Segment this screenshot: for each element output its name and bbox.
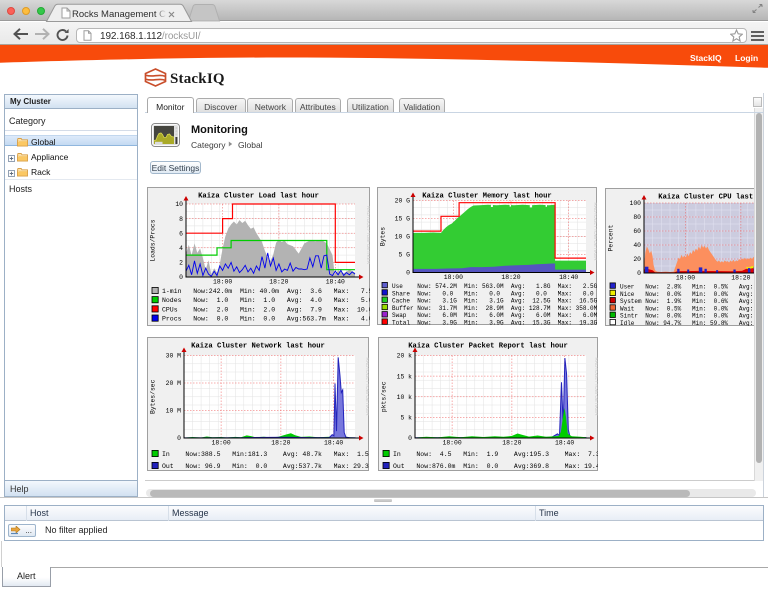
svg-text:18:40: 18:40 [559,274,578,281]
svg-text:18:40: 18:40 [555,440,574,447]
svg-text:30 M: 30 M [166,353,182,360]
svg-text:Kaiza Cluster CPU last hour: Kaiza Cluster CPU last hour [658,194,755,202]
svg-text:0: 0 [408,435,412,442]
svg-text:Swap Now: 6.0M Min: 6.0: Swap Now: 6.0M Min: 6.0M Avg: 6.0M Max: … [392,312,597,319]
svg-text:1-min Now:242.0m Min: 40.0m: 1-min Now:242.0m Min: 40.0m Avg: 3.6 Max… [162,288,370,295]
svg-text:20 k: 20 k [397,353,413,360]
svg-text:18:20: 18:20 [502,440,521,447]
svg-text:In Now:388.5 Min:181.3: In Now:388.5 Min:181.3 Avg: 48.7k Max: 1… [162,451,369,458]
svg-text:60: 60 [633,228,641,235]
svg-text:RRDTOOL / TOBI OETIKER: RRDTOOL / TOBI OETIKER [594,358,598,417]
svg-text:18:00: 18:00 [213,279,232,286]
svg-text:Out Now: 96.9 Min: 0.0: Out Now: 96.9 Min: 0.0 Avg:537.7k Max: 2… [162,463,369,470]
svg-text:Kaiza Cluster Packet Report la: Kaiza Cluster Packet Report last hour [408,343,568,351]
svg-text:CPUs Now: 2.0 Min: 2.0: CPUs Now: 2.0 Min: 2.0 Avg: 7.9 Max: 10.… [162,306,370,313]
svg-text:Buffer Now: 31.7M Min: 28.9: Buffer Now: 31.7M Min: 28.9M Avg: 128.7M… [392,305,597,312]
svg-text:18:00: 18:00 [443,440,462,447]
svg-text:Procs Now: 0.0 Min: 0.0: Procs Now: 0.0 Min: 0.0 Avg:563.7m Max: … [162,316,370,323]
svg-text:Nodes Now: 1.0 Min: 1.0: Nodes Now: 1.0 Min: 1.0 Avg: 4.0 Max: 5.… [162,297,370,304]
svg-text:18:20: 18:20 [271,440,290,447]
svg-text:10: 10 [175,201,183,208]
svg-text:18:20: 18:20 [269,279,288,286]
svg-text:Percent: Percent [608,224,615,251]
svg-text:Use Now: 574.2M Min: 563.0: Use Now: 574.2M Min: 563.0M Avg: 1.8G Ma… [392,283,597,290]
svg-text:0: 0 [179,274,183,281]
svg-text:System Now: 1.9% Min: 0.6%: System Now: 1.9% Min: 0.6% Avg: 1. [620,298,755,305]
svg-text:Idle Now: 94.7% Min: 59.8%: Idle Now: 94.7% Min: 59.8% Avg: 81. [620,320,755,326]
svg-text:10 G: 10 G [395,234,411,241]
svg-text:18:40: 18:40 [324,440,343,447]
svg-text:Total Now: 3.9G Min: 3.9: Total Now: 3.9G Min: 3.9G Avg: 15.3G Max… [392,320,597,326]
svg-text:18:20: 18:20 [501,274,520,281]
svg-text:18:00: 18:00 [212,440,231,447]
svg-text:5 G: 5 G [398,252,410,259]
svg-text:Bytes: Bytes [380,227,387,246]
svg-text:10 M: 10 M [166,408,182,415]
svg-text:Sintr Now: 0.0% Min: 0.0%: Sintr Now: 0.0% Min: 0.0% Avg: 0 [620,313,755,320]
svg-text:18:20: 18:20 [731,275,750,282]
svg-text:20 G: 20 G [395,198,411,205]
svg-text:80: 80 [633,214,641,221]
svg-text:Out Now:876.0m Min: 0.0: Out Now:876.0m Min: 0.0 Avg:369.8 Max: 1… [393,463,598,470]
svg-text:4: 4 [179,245,183,252]
svg-text:18:00: 18:00 [676,275,695,282]
svg-text:2: 2 [179,260,183,267]
svg-text:0: 0 [406,270,410,277]
svg-text:User Now: 2.8% Min: 0.5%: User Now: 2.8% Min: 0.5% Avg: 2. [620,284,755,291]
svg-text:In Now: 4.5 Min: 1.9: In Now: 4.5 Min: 1.9 Avg:195.3 Max: 7.3k [393,451,598,458]
svg-text:RRDTOOL / TOBI OETIKER: RRDTOOL / TOBI OETIKER [593,203,597,262]
svg-text:18:40: 18:40 [326,279,345,286]
svg-text:pkts/sec: pkts/sec [381,381,388,412]
svg-text:Loads/Procs: Loads/Procs [150,219,157,261]
svg-text:0: 0 [177,435,181,442]
svg-text:Share Now: 0.0 Min: 0.0: Share Now: 0.0 Min: 0.0 Avg: 0.0 Max: 0.… [392,290,594,297]
svg-text:15 G: 15 G [395,216,411,223]
svg-text:Cache Now: 3.1G Min: 3.1: Cache Now: 3.1G Min: 3.1G Avg: 12.5G Max… [392,298,597,305]
svg-text:RRDTOOL / TOBI OETIKER: RRDTOOL / TOBI OETIKER [365,358,369,417]
svg-text:10 k: 10 k [397,394,413,401]
svg-text:Wait Now: 0.5% Min: 0.0%: Wait Now: 0.5% Min: 0.0% Avg: 14. [620,305,755,312]
svg-text:RRDTOOL / TOBI OETIKER: RRDTOOL / TOBI OETIKER [366,206,370,265]
svg-text:Kaiza Cluster Load last hour: Kaiza Cluster Load last hour [198,193,319,201]
svg-text:Nice Now: 0.0% Min: 0.0%: Nice Now: 0.0% Min: 0.0% Avg: 0. [620,291,755,298]
svg-text:6: 6 [179,230,183,237]
svg-text:0: 0 [637,270,641,277]
svg-text:15 k: 15 k [397,373,413,380]
svg-text:Kaiza Cluster Memory last hour: Kaiza Cluster Memory last hour [422,193,551,201]
svg-text:20 M: 20 M [166,380,182,387]
svg-text:20: 20 [633,256,641,263]
svg-text:40: 40 [633,242,641,249]
svg-text:5 k: 5 k [400,415,412,422]
svg-text:8: 8 [179,216,183,223]
svg-text:Bytes/sec: Bytes/sec [150,379,157,414]
svg-text:18:00: 18:00 [444,274,463,281]
svg-text:Kaiza Cluster Network last hou: Kaiza Cluster Network last hour [191,343,325,351]
svg-text:100: 100 [629,200,641,207]
